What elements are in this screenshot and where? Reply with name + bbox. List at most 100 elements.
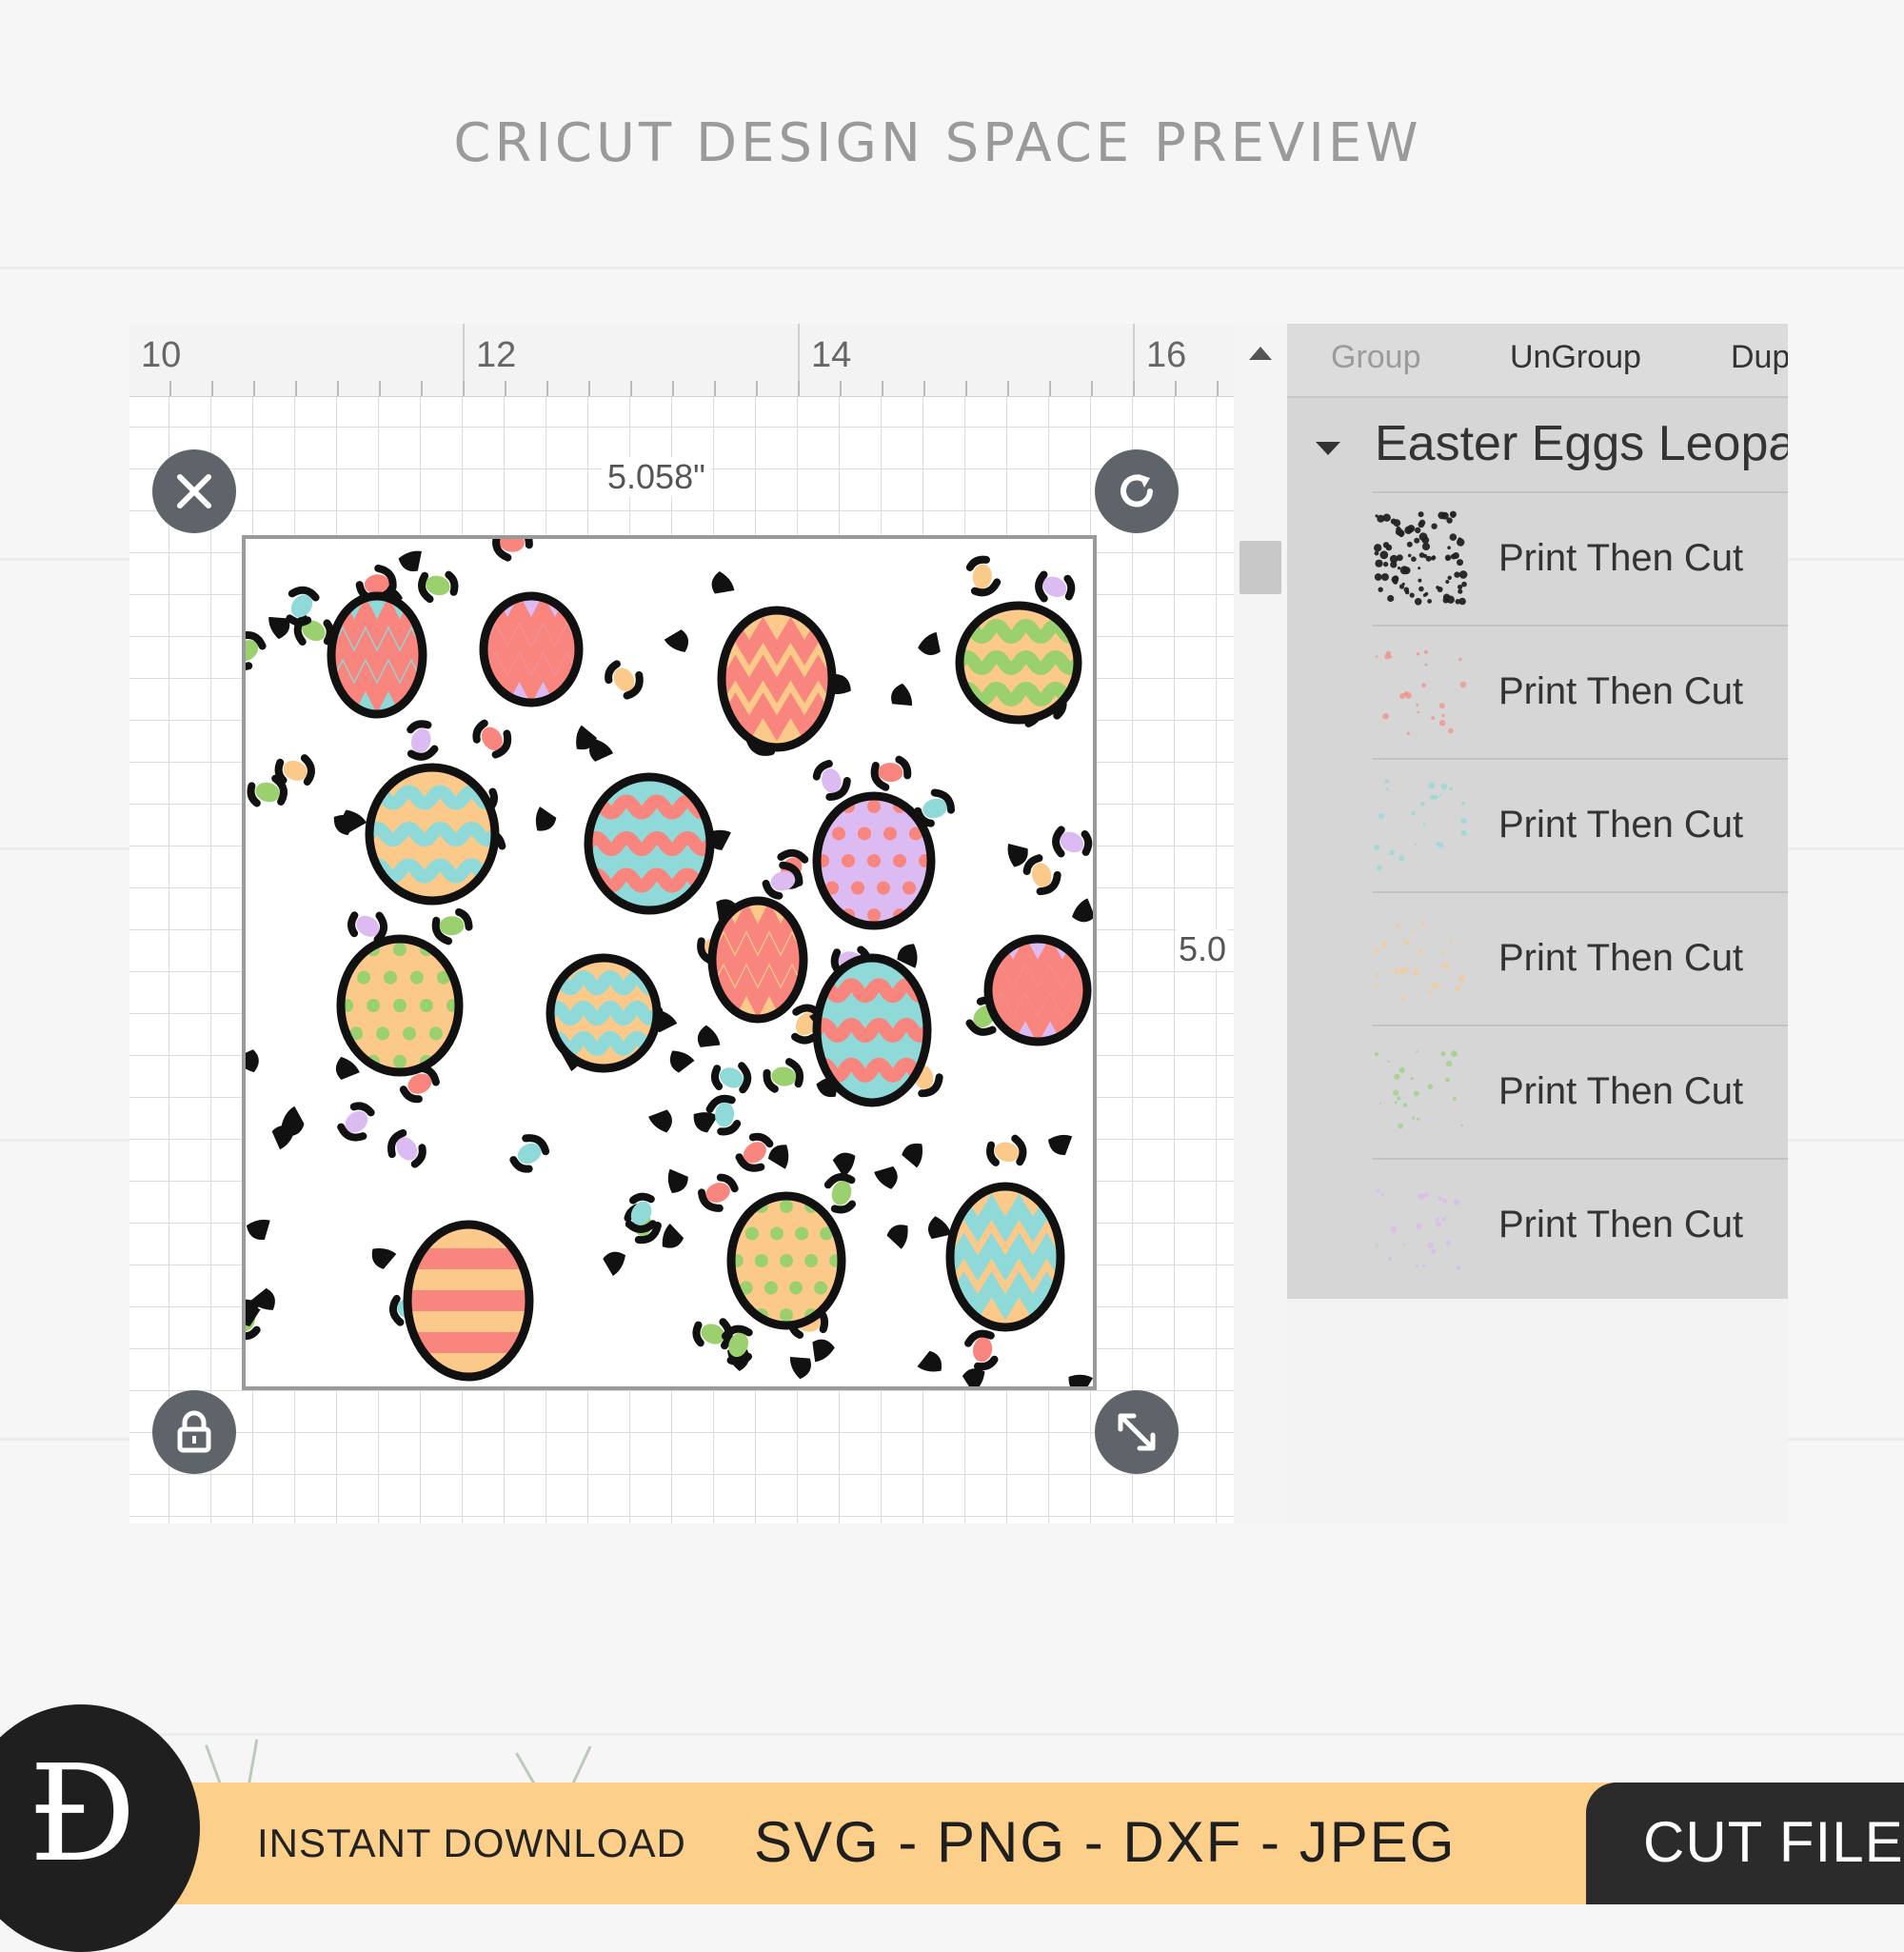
ruler-tick — [505, 381, 506, 396]
leopard-spot — [1072, 898, 1093, 923]
decorative-leaf — [205, 1744, 222, 1785]
layer-row[interactable]: Print Then Cut — [1373, 1158, 1788, 1293]
thumbnail-dot — [1458, 570, 1468, 579]
thumbnail-dot — [1460, 829, 1467, 836]
thumbnail-dot — [1375, 973, 1378, 978]
selected-design[interactable] — [242, 535, 1097, 1390]
ruler-tick — [1091, 381, 1093, 396]
thumbnail-dot — [1410, 1077, 1414, 1081]
thumbnail-dot — [1415, 527, 1421, 534]
ruler-tick — [840, 381, 842, 396]
thumbnail-dot — [1405, 692, 1412, 699]
thumbnail-dot — [1433, 794, 1438, 800]
ruler-tick — [463, 381, 465, 396]
group-button[interactable]: Group — [1331, 339, 1421, 376]
easter-egg — [545, 953, 662, 1073]
thumbnail-dot — [1427, 1242, 1434, 1249]
thumbnail-dot — [1427, 599, 1432, 604]
thumbnail-dot — [1427, 1084, 1434, 1090]
leopard-spot — [669, 1050, 695, 1073]
thumbnail-dot — [1384, 779, 1389, 784]
thumbnail-dot — [1391, 575, 1399, 584]
resize-handle[interactable] — [1095, 1390, 1179, 1474]
thumbnail-dot — [1422, 1265, 1426, 1268]
thumbnail-dot — [1412, 1116, 1416, 1120]
thumbnail-dot — [1381, 941, 1388, 948]
thumbnail-dot — [1418, 586, 1424, 592]
ungroup-button[interactable]: UnGroup — [1510, 339, 1641, 376]
thumbnail-dot — [1418, 511, 1424, 518]
thumbnail-dot — [1458, 588, 1463, 594]
thumbnail-dot — [1425, 555, 1432, 562]
thumbnail-dot — [1458, 537, 1462, 542]
decorative-leaf — [515, 1752, 536, 1785]
layer-label: Print Then Cut — [1498, 804, 1744, 846]
thumbnail-dot — [1414, 537, 1420, 544]
scroll-up-icon[interactable] — [1249, 347, 1272, 360]
duplicate-button[interactable]: Dup — [1731, 339, 1788, 376]
delete-handle[interactable] — [152, 449, 236, 533]
thumbnail-dot — [1424, 591, 1429, 596]
layer-row[interactable]: Print Then Cut — [1373, 758, 1788, 893]
rotate-icon — [1121, 474, 1153, 508]
leopard-spot — [1048, 1134, 1073, 1155]
ruler-tick — [882, 381, 883, 396]
thumbnail-dot — [1395, 528, 1403, 536]
layer-row[interactable]: Print Then Cut — [1373, 491, 1788, 627]
thumbnail-dot — [1397, 1096, 1401, 1101]
thumbnail-dot — [1418, 1193, 1425, 1200]
thumbnail-dot — [1406, 731, 1411, 736]
thumbnail-dot — [1398, 584, 1405, 589]
ruler-tick — [588, 381, 590, 396]
thumbnail-dot — [1418, 578, 1422, 583]
leopard-spot — [535, 807, 557, 831]
layer-group-title[interactable]: Easter Eggs Leopa — [1375, 415, 1788, 472]
thumbnail-dot — [1386, 787, 1389, 791]
thumbnail-dot — [1453, 1199, 1460, 1205]
thumbnail-dot — [1416, 1223, 1422, 1229]
thumbnail-dot — [1398, 1123, 1403, 1129]
thumbnail-dot — [1377, 865, 1382, 871]
vertical-scrollbar[interactable] — [1234, 324, 1287, 1524]
ruler-tick — [1217, 381, 1219, 396]
leopard-spot — [964, 1329, 999, 1371]
thumbnail-dot — [1458, 975, 1465, 982]
layer-row[interactable]: Print Then Cut — [1373, 1025, 1788, 1160]
easter-egg — [365, 763, 500, 906]
background-plank-line — [0, 1733, 1904, 1736]
thumbnail-dot — [1446, 517, 1453, 524]
thumbnail-dot — [1417, 710, 1419, 714]
thumbnail-dot — [1421, 683, 1426, 687]
thumbnail-dot — [1417, 1117, 1419, 1121]
thumbnail-dot — [1400, 997, 1406, 1002]
layer-thumbnail — [1375, 1189, 1461, 1270]
leopard-spot — [1068, 1374, 1093, 1386]
thumbnail-dot — [1420, 801, 1425, 807]
thumbnail-dot — [1387, 594, 1395, 603]
thumbnail-dot — [1382, 542, 1390, 548]
thumbnail-dot — [1402, 1103, 1407, 1107]
design-canvas[interactable]: 10 12 14 16 5.058" 5.0 — [129, 324, 1234, 1524]
layer-row[interactable]: Print Then Cut — [1373, 891, 1788, 1026]
thumbnail-dot — [1449, 787, 1453, 791]
easter-egg — [955, 601, 1082, 725]
scroll-thumb[interactable] — [1240, 541, 1281, 594]
decorative-leaf — [571, 1745, 592, 1785]
thumbnail-dot — [1436, 586, 1439, 589]
leopard-spot — [789, 1356, 812, 1380]
thumbnail-dot — [1406, 541, 1413, 548]
close-icon — [177, 474, 211, 508]
lock-handle[interactable] — [152, 1390, 236, 1474]
leopard-spot — [648, 1109, 672, 1133]
rotate-handle[interactable] — [1095, 449, 1179, 533]
layer-row[interactable]: Print Then Cut — [1373, 625, 1788, 760]
leopard-spot — [605, 660, 644, 700]
leopard-spot — [886, 1225, 908, 1249]
leopard-spot — [697, 1025, 721, 1047]
leopard-spot — [918, 631, 941, 655]
thumbnail-dot — [1431, 1248, 1437, 1254]
thumbnail-dot — [1423, 649, 1428, 654]
leopard-spot — [812, 1339, 835, 1363]
ruler-label: 14 — [811, 335, 852, 375]
collapse-caret-icon[interactable] — [1316, 442, 1340, 455]
